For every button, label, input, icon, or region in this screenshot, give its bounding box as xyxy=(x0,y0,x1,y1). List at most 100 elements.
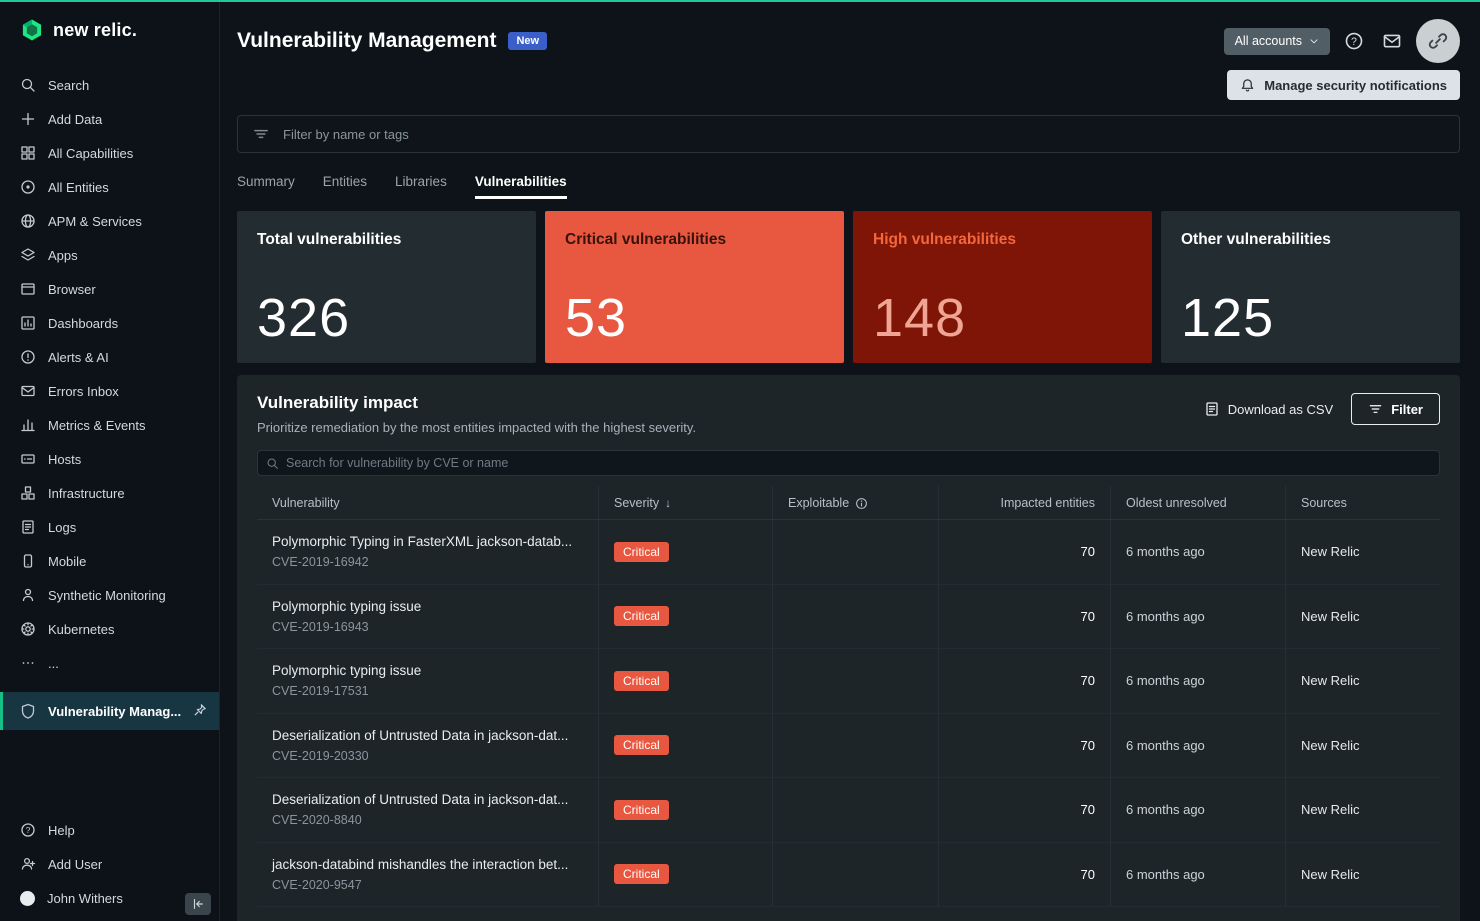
tab-vulnerabilities[interactable]: Vulnerabilities xyxy=(475,174,567,199)
severity-badge: Critical xyxy=(614,542,669,562)
panel-title: Vulnerability impact xyxy=(257,393,696,413)
manage-security-notifications-button[interactable]: Manage security notifications xyxy=(1227,70,1460,100)
browser-window-icon xyxy=(20,281,36,297)
other-vulnerabilities-value: 125 xyxy=(1181,287,1274,349)
filter-button[interactable]: Filter xyxy=(1351,393,1440,425)
panel-subtitle: Prioritize remediation by the most entit… xyxy=(257,420,696,435)
tab-summary[interactable]: Summary xyxy=(237,174,295,199)
total-vulnerabilities-card[interactable]: Total vulnerabilities 326 xyxy=(237,211,536,363)
account-selector[interactable]: All accounts xyxy=(1224,28,1330,55)
sidebar-item-mobile[interactable]: Mobile xyxy=(0,544,219,578)
column-oldest-unresolved[interactable]: Oldest unresolved xyxy=(1110,486,1285,519)
vulnerability-name[interactable]: Deserialization of Untrusted Data in jac… xyxy=(272,728,598,743)
sidebar-item-more[interactable]: ... xyxy=(0,646,219,680)
sidebar-item-hosts[interactable]: Hosts xyxy=(0,442,219,476)
vulnerability-name[interactable]: Polymorphic typing issue xyxy=(272,599,598,614)
other-vulnerabilities-card[interactable]: Other vulnerabilities 125 xyxy=(1161,211,1460,363)
oldest-unresolved-value: 6 months ago xyxy=(1110,778,1285,842)
impacted-entities-value: 70 xyxy=(938,649,1110,713)
column-impacted-entities[interactable]: Impacted entities xyxy=(938,486,1110,519)
help-icon: ? xyxy=(20,822,36,838)
severity-badge: Critical xyxy=(614,671,669,691)
exploitable-cell xyxy=(772,649,938,713)
sidebar-item-help[interactable]: ? Help xyxy=(0,813,219,847)
sidebar-item-apm-services[interactable]: APM & Services xyxy=(0,204,219,238)
mail-button[interactable] xyxy=(1378,27,1406,55)
download-csv-button[interactable]: Download as CSV xyxy=(1204,401,1334,417)
impacted-entities-value: 70 xyxy=(938,778,1110,842)
severity-badge: Critical xyxy=(614,800,669,820)
sidebar-item-errors-inbox[interactable]: Errors Inbox xyxy=(0,374,219,408)
impacted-entities-value: 70 xyxy=(938,520,1110,584)
high-vulnerabilities-card[interactable]: High vulnerabilities 148 xyxy=(853,211,1152,363)
grid-icon xyxy=(20,145,36,161)
tab-libraries[interactable]: Libraries xyxy=(395,174,447,199)
vulnerability-name[interactable]: Polymorphic Typing in FasterXML jackson-… xyxy=(272,534,598,549)
vulnerability-impact-panel: Vulnerability impact Prioritize remediat… xyxy=(237,375,1460,921)
entities-icon xyxy=(20,179,36,195)
share-link-button[interactable] xyxy=(1416,19,1460,63)
oldest-unresolved-value: 6 months ago xyxy=(1110,520,1285,584)
plus-icon xyxy=(20,111,36,127)
table-row[interactable]: Deserialization of Untrusted Data in jac… xyxy=(257,714,1440,779)
collapse-sidebar-button[interactable] xyxy=(185,893,211,915)
sidebar-item-all-entities[interactable]: All Entities xyxy=(0,170,219,204)
notifications-row: Manage security notifications xyxy=(237,70,1460,100)
table-row[interactable]: jackson-databind mishandles the interact… xyxy=(257,843,1440,908)
sidebar-item-synthetic-monitoring[interactable]: Synthetic Monitoring xyxy=(0,578,219,612)
table-row[interactable]: Polymorphic typing issue CVE-2019-17531 … xyxy=(257,649,1440,714)
shield-icon xyxy=(20,703,36,719)
impacted-entities-value: 70 xyxy=(938,585,1110,649)
sidebar-item-kubernetes[interactable]: Kubernetes xyxy=(0,612,219,646)
sidebar-item-vulnerability-management[interactable]: Vulnerability Manag... xyxy=(0,692,219,730)
sources-value: New Relic xyxy=(1285,714,1440,778)
severity-badge: Critical xyxy=(614,606,669,626)
sidebar-item-apps[interactable]: Apps xyxy=(0,238,219,272)
vulnerability-name[interactable]: jackson-databind mishandles the interact… xyxy=(272,857,598,872)
oldest-unresolved-value: 6 months ago xyxy=(1110,585,1285,649)
vulnerability-cve: CVE-2020-9547 xyxy=(272,878,598,892)
filter-input[interactable] xyxy=(283,127,1445,142)
sidebar-item-dashboards[interactable]: Dashboards xyxy=(0,306,219,340)
add-user-icon xyxy=(20,856,36,872)
sidebar-item-logs[interactable]: Logs xyxy=(0,510,219,544)
column-severity[interactable]: Severity ↓ xyxy=(598,486,772,519)
sidebar-item-all-capabilities[interactable]: All Capabilities xyxy=(0,136,219,170)
impacted-entities-value: 70 xyxy=(938,714,1110,778)
vulnerability-name[interactable]: Deserialization of Untrusted Data in jac… xyxy=(272,792,598,807)
oldest-unresolved-value: 6 months ago xyxy=(1110,649,1285,713)
sidebar-item-search[interactable]: Search xyxy=(0,68,219,102)
filter-bar[interactable] xyxy=(237,115,1460,153)
sidebar-item-alerts-ai[interactable]: Alerts & AI xyxy=(0,340,219,374)
exploitable-cell xyxy=(772,843,938,907)
column-sources[interactable]: Sources xyxy=(1285,486,1440,519)
help-circle-button[interactable]: ? xyxy=(1340,27,1368,55)
server-icon xyxy=(20,451,36,467)
exploitable-cell xyxy=(772,714,938,778)
vulnerability-cve: CVE-2020-8840 xyxy=(272,813,598,827)
sidebar-item-add-user[interactable]: Add User xyxy=(0,847,219,881)
critical-vulnerabilities-card[interactable]: Critical vulnerabilities 53 xyxy=(545,211,844,363)
sidebar-item-infrastructure[interactable]: Infrastructure xyxy=(0,476,219,510)
sidebar-item-browser[interactable]: Browser xyxy=(0,272,219,306)
sources-value: New Relic xyxy=(1285,778,1440,842)
vulnerability-search-input[interactable] xyxy=(286,456,1431,470)
vulnerability-search[interactable] xyxy=(257,450,1440,476)
column-vulnerability[interactable]: Vulnerability xyxy=(257,486,598,519)
sort-desc-icon: ↓ xyxy=(665,496,671,510)
pin-icon[interactable] xyxy=(193,703,207,720)
sidebar-item-add-data[interactable]: Add Data xyxy=(0,102,219,136)
panel-actions: Download as CSV Filter xyxy=(1204,393,1440,425)
person-monitor-icon xyxy=(20,587,36,603)
sidebar-item-metrics-events[interactable]: Metrics & Events xyxy=(0,408,219,442)
table-row[interactable]: Polymorphic Typing in FasterXML jackson-… xyxy=(257,520,1440,585)
exploitable-cell xyxy=(772,585,938,649)
column-exploitable[interactable]: Exploitable xyxy=(772,486,938,519)
avatar xyxy=(20,891,35,906)
table-row[interactable]: Polymorphic typing issue CVE-2019-16943 … xyxy=(257,585,1440,650)
tab-entities[interactable]: Entities xyxy=(323,174,367,199)
svg-text:?: ? xyxy=(26,825,31,835)
dashboard-icon xyxy=(20,315,36,331)
table-row[interactable]: Deserialization of Untrusted Data in jac… xyxy=(257,778,1440,843)
vulnerability-name[interactable]: Polymorphic typing issue xyxy=(272,663,598,678)
